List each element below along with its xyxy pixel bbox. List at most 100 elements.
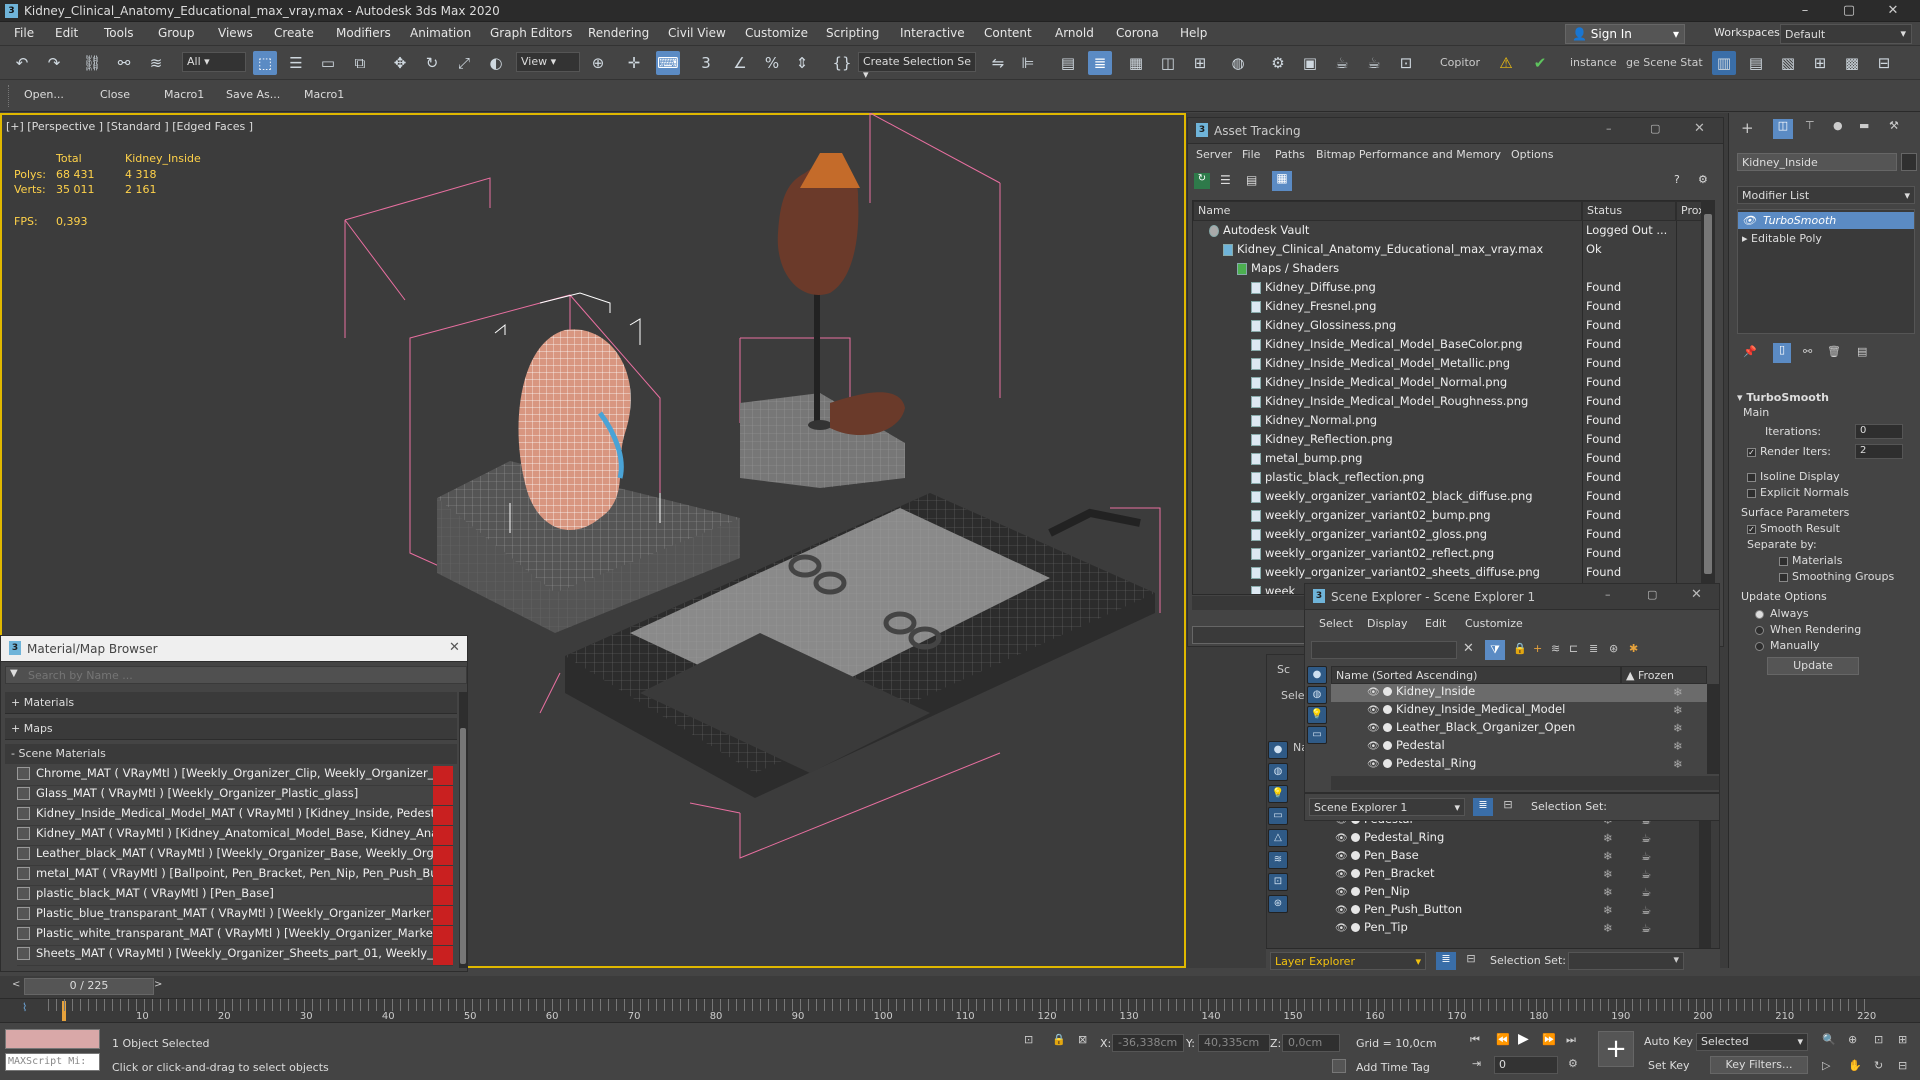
render-iterative-icon[interactable]: ☕ <box>1362 51 1386 75</box>
time-configuration-icon[interactable]: ⚙ <box>1568 1057 1578 1070</box>
layer-object-row[interactable]: 👁 Pen_Push_Button ❄ ☕ <box>1327 902 1697 920</box>
iterations-spinner[interactable]: 0 <box>1855 424 1903 439</box>
remove-modifier-icon[interactable]: 🗑 <box>1827 345 1841 358</box>
asset-row[interactable]: Kidney_Inside_Medical_Model_BaseColor.pn… <box>1193 335 1701 354</box>
visibility-eye-icon[interactable]: 👁 <box>1335 887 1348 898</box>
viewport-config-icon[interactable]: ⊟ <box>1872 51 1896 75</box>
maximize-icon[interactable]: ▢ <box>1647 588 1657 601</box>
align-icon[interactable]: ⊫ <box>1016 51 1040 75</box>
scene-stat-label[interactable]: ge Scene Stat <box>1626 56 1703 69</box>
object-color-swatch[interactable] <box>1901 153 1917 171</box>
render-iters-spinner[interactable]: 2 <box>1855 444 1903 459</box>
copitor-label[interactable]: Copitor <box>1440 56 1480 69</box>
material-browser-scrollbar[interactable] <box>459 692 467 968</box>
schematic-view-icon[interactable]: ⊞ <box>1188 51 1212 75</box>
open-macro-button[interactable]: Open... <box>24 88 64 101</box>
layers-stack-icon[interactable]: ≣ <box>1436 952 1456 970</box>
rendered-frame-window-icon[interactable]: ▣ <box>1298 51 1322 75</box>
menu-file[interactable]: File <box>1242 148 1260 161</box>
clear-search-icon[interactable]: ✕ <box>1463 641 1474 656</box>
visibility-eye-icon[interactable]: 👁 <box>1335 851 1348 862</box>
section-scene-materials[interactable]: - Scene Materials <box>5 744 457 764</box>
workspace-dropdown[interactable]: Default ▾ <box>1780 24 1912 44</box>
asset-row[interactable]: Maps / Shaders <box>1193 259 1701 278</box>
freeze-icon[interactable]: ❄ <box>1603 820 1613 827</box>
isoline-checkbox[interactable] <box>1747 472 1756 482</box>
column-name-sorted[interactable]: Name (Sorted Ascending) <box>1331 666 1621 684</box>
asset-row[interactable]: Kidney_Inside_Medical_Model_Roughness.pn… <box>1193 392 1701 411</box>
layer-object-row[interactable]: 👁 Pen_Bracket ❄ ☕ <box>1327 866 1697 884</box>
hierarchy-icon[interactable]: ⊏ <box>1569 642 1578 655</box>
time-slider[interactable]: < 0 / 225 > <box>0 976 1920 998</box>
menu-corona[interactable]: Corona <box>1116 26 1159 40</box>
utilities-tab-icon[interactable]: ⚒ <box>1889 119 1899 132</box>
freeze-icon[interactable]: ❄ <box>1673 703 1683 717</box>
create-tab-icon[interactable]: + <box>1741 119 1754 137</box>
display-groups-icon[interactable]: ⊡ <box>1268 873 1288 891</box>
set-key-button[interactable]: Set Key <box>1648 1059 1690 1072</box>
zoom-extents-all-icon[interactable]: ⊞ <box>1898 1033 1907 1046</box>
quick-align-icon[interactable]: ▥ <box>1712 51 1736 75</box>
current-frame-field[interactable]: 0 <box>1494 1056 1558 1074</box>
display-lights-icon[interactable]: 💡 <box>1268 785 1288 803</box>
visibility-eye-icon[interactable]: 👁 <box>1367 759 1380 770</box>
renderable-teapot-icon[interactable]: ☕ <box>1641 885 1651 899</box>
key-mode-icon[interactable]: ⇥ <box>1472 1057 1481 1070</box>
display-cameras-icon[interactable]: ▭ <box>1268 807 1288 825</box>
mini-curve-editor-icon[interactable]: ⌇ <box>22 1001 27 1014</box>
scene-object-row[interactable]: 👁 Pedestal ❄ <box>1331 738 1707 756</box>
asset-list-scrollbar[interactable] <box>1701 200 1715 595</box>
asset-row[interactable]: weekly_organizer_variant02_black_diffuse… <box>1193 487 1701 506</box>
close-button[interactable]: ✕ <box>1872 1 1914 21</box>
freeze-icon[interactable]: ❄ <box>1603 849 1613 863</box>
close-icon[interactable]: ✕ <box>449 640 460 655</box>
menu-paths[interactable]: Paths <box>1275 148 1305 161</box>
section-maps[interactable]: + Maps <box>5 718 457 740</box>
window-crossing-icon[interactable]: ⧉ <box>348 51 372 75</box>
sync-selection-icon[interactable]: ✱ <box>1629 642 1638 655</box>
close-icon[interactable]: ✕ <box>1694 121 1705 136</box>
viewport-layout-icon[interactable]: ▤ <box>1744 51 1768 75</box>
asset-row[interactable]: weekly_organizer_variant02_bump.png Found <box>1193 506 1701 525</box>
visibility-eye-icon[interactable]: 👁 <box>1367 705 1380 716</box>
display-helpers-icon[interactable]: △ <box>1268 829 1288 847</box>
menu-arnold[interactable]: Arnold <box>1055 26 1094 40</box>
move-icon[interactable]: ✥ <box>388 51 412 75</box>
next-key-icon[interactable]: ⏩ <box>1542 1033 1556 1046</box>
visibility-eye-icon[interactable]: 👁 <box>1367 741 1380 752</box>
next-frame-icon[interactable]: > <box>154 979 162 990</box>
material-editor-icon[interactable]: ◍ <box>1226 51 1250 75</box>
previous-frame-icon[interactable]: < <box>12 979 20 990</box>
scene-object-row[interactable]: 👁 Pedestal_Ring ❄ <box>1331 756 1707 774</box>
scene-search-input[interactable] <box>1311 641 1457 659</box>
table-view-icon[interactable]: ▦ <box>1272 171 1292 191</box>
macro1-button-2[interactable]: Macro1 <box>304 88 344 101</box>
freeze-icon[interactable]: ❄ <box>1603 921 1613 935</box>
layer-object-row[interactable]: 👁 Pen_Tip ❄ ☕ <box>1327 920 1697 938</box>
hierarchy-tab-icon[interactable]: ⊤ <box>1805 119 1815 132</box>
tree-view-icon[interactable]: ▤ <box>1246 173 1262 189</box>
unlink-icon[interactable]: ⚯ <box>112 51 136 75</box>
maximize-viewport-icon[interactable]: ⊟ <box>1898 1059 1907 1072</box>
scene-explorer-scrollbar[interactable] <box>1707 684 1719 774</box>
maxscript-listener-pink[interactable] <box>5 1029 100 1049</box>
layer-explorer-dropdown[interactable]: Layer Explorer ▾ <box>1270 952 1426 970</box>
maximize-icon[interactable]: ▢ <box>1650 122 1660 135</box>
menu-edit[interactable]: Edit <box>55 26 78 40</box>
menu-views[interactable]: Views <box>218 26 253 40</box>
angle-snap-icon[interactable]: ∠ <box>728 51 752 75</box>
layer-object-row[interactable]: 👁 Pen_Base ❄ ☕ <box>1327 848 1697 866</box>
bind-space-warp-icon[interactable]: ≋ <box>144 51 168 75</box>
mirror-icon[interactable]: ⇋ <box>986 51 1010 75</box>
smoothing-groups-checkbox[interactable] <box>1779 572 1788 582</box>
material-item[interactable]: Glass_MAT ( VRayMtl ) [Weekly_Organizer_… <box>17 786 453 806</box>
absolute-mode-icon[interactable]: ⊠ <box>1078 1033 1087 1046</box>
menu-create[interactable]: Create <box>274 26 314 40</box>
display-cameras-icon[interactable]: ▭ <box>1307 726 1327 744</box>
pin-stack-icon[interactable]: 📌 <box>1743 345 1757 358</box>
renderable-teapot-icon[interactable]: ☕ <box>1641 903 1651 917</box>
material-item[interactable]: Leather_black_MAT ( VRayMtl ) [Weekly_Or… <box>17 846 453 866</box>
add-layer-icon[interactable]: + <box>1533 642 1542 655</box>
material-item[interactable]: Kidney_Inside_Medical_Model_MAT ( VRayMt… <box>17 806 453 826</box>
minimize-button[interactable]: – <box>1784 1 1826 21</box>
